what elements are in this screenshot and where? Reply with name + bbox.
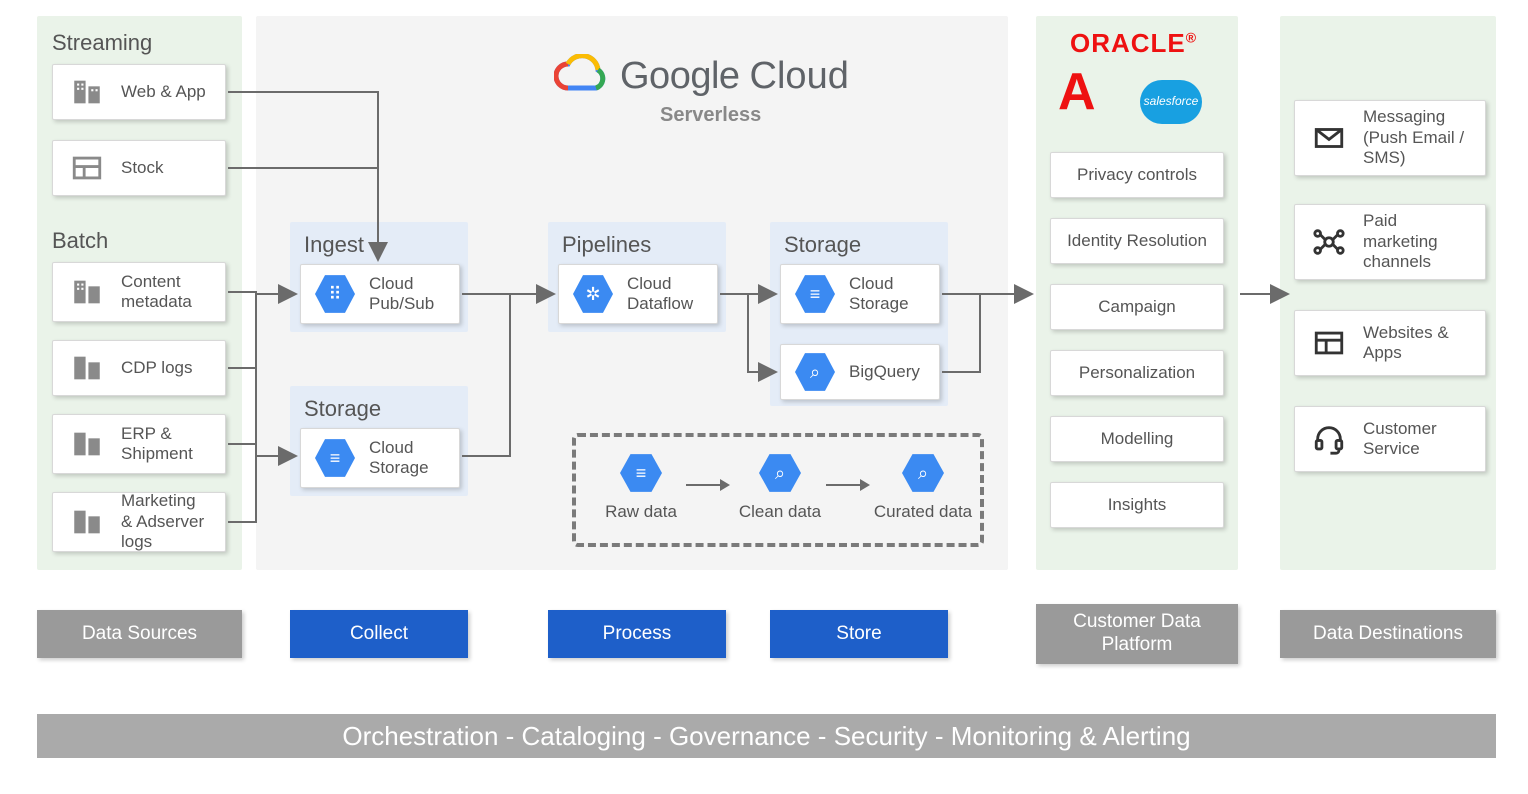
- lane-cdp: Customer Data Platform: [1036, 604, 1238, 664]
- dest-customer-service: Customer Service: [1294, 406, 1486, 472]
- dest-messaging: Messaging (Push Email / SMS): [1294, 100, 1486, 176]
- label: Campaign: [1098, 297, 1176, 317]
- source-content-metadata: Content metadata: [52, 262, 226, 322]
- adobe-logo: A: [1058, 66, 1096, 118]
- lane-collect: Collect: [290, 610, 468, 658]
- label: Clean data: [730, 502, 830, 522]
- label: Messaging (Push Email / SMS): [1363, 107, 1471, 168]
- dataflow-icon: ✲: [573, 274, 613, 314]
- cloud-icon: [554, 54, 606, 98]
- service-pubsub: ⠿ Cloud Pub/Sub: [300, 264, 460, 324]
- label: Privacy controls: [1077, 165, 1197, 185]
- google-cloud-subtitle: Serverless: [660, 104, 761, 127]
- network-icon: [1309, 222, 1349, 262]
- label: Insights: [1108, 495, 1167, 515]
- lane-sources: Data Sources: [37, 610, 242, 658]
- heading-streaming: Streaming: [52, 30, 152, 56]
- oracle-logo: ORACLE®: [1070, 28, 1197, 59]
- google-cloud-logo: Google Cloud: [554, 54, 849, 98]
- service-cloud-storage-right: ≡ Cloud Storage: [780, 264, 940, 324]
- label: Stock: [121, 158, 164, 178]
- salesforce-logo: salesforce: [1140, 80, 1202, 124]
- storage-icon: ≡: [795, 274, 835, 314]
- lane-process: Process: [548, 610, 726, 658]
- headset-icon: [1309, 419, 1349, 459]
- source-stock: Stock: [52, 140, 226, 196]
- dest-websites-apps: Websites & Apps: [1294, 310, 1486, 376]
- building-icon: [67, 424, 107, 464]
- label: Customer Service: [1363, 419, 1471, 460]
- label: Raw data: [596, 502, 686, 522]
- grid-icon: [67, 148, 107, 188]
- label: Curated data: [868, 502, 978, 522]
- cloud-word: Cloud: [750, 55, 849, 98]
- cdp-identity: Identity Resolution: [1050, 218, 1224, 264]
- building-icon: [67, 272, 107, 312]
- building-icon: [67, 348, 107, 388]
- heading-storage-right: Storage: [784, 232, 861, 258]
- label: BigQuery: [849, 362, 920, 382]
- bigquery-icon: ⌕: [795, 352, 835, 392]
- cdp-personalization: Personalization: [1050, 350, 1224, 396]
- label: Marketing & Adserver logs: [121, 491, 211, 552]
- cdp-campaign: Campaign: [1050, 284, 1224, 330]
- cdp-modelling: Modelling: [1050, 416, 1224, 462]
- heading-ingest: Ingest: [304, 232, 364, 258]
- cdp-privacy: Privacy controls: [1050, 152, 1224, 198]
- label: Paid marketing channels: [1363, 211, 1471, 272]
- service-dataflow: ✲ Cloud Dataflow: [558, 264, 718, 324]
- building-icon: [67, 72, 107, 112]
- label: Identity Resolution: [1067, 231, 1207, 251]
- label: Web & App: [121, 82, 206, 102]
- footer-bar: Orchestration - Cataloging - Governance …: [37, 714, 1496, 758]
- legend-clean: ⌕Clean data: [730, 452, 830, 522]
- label: Cloud Pub/Sub: [369, 274, 445, 315]
- label: Modelling: [1101, 429, 1174, 449]
- service-bigquery: ⌕ BigQuery: [780, 344, 940, 400]
- building-icon: [67, 502, 107, 542]
- dest-paid-channels: Paid marketing channels: [1294, 204, 1486, 280]
- source-cdp-logs: CDP logs: [52, 340, 226, 396]
- heading-batch: Batch: [52, 228, 108, 254]
- legend-curated: ⌕Curated data: [868, 452, 978, 522]
- pubsub-icon: ⠿: [315, 274, 355, 314]
- label: Cloud Dataflow: [627, 274, 703, 315]
- source-marketing-adserver: Marketing & Adserver logs: [52, 492, 226, 552]
- label: Content metadata: [121, 272, 211, 313]
- google-word: Google: [620, 55, 740, 98]
- storage-icon: ≡: [315, 438, 355, 478]
- envelope-icon: [1309, 118, 1349, 158]
- lane-store: Store: [770, 610, 948, 658]
- label: ERP & Shipment: [121, 424, 211, 465]
- heading-pipelines: Pipelines: [562, 232, 651, 258]
- source-erp-shipment: ERP & Shipment: [52, 414, 226, 474]
- label: Cloud Storage: [369, 438, 445, 479]
- lane-destinations: Data Destinations: [1280, 610, 1496, 658]
- source-web-app: Web & App: [52, 64, 226, 120]
- service-cloud-storage-left: ≡ Cloud Storage: [300, 428, 460, 488]
- heading-storage-left: Storage: [304, 396, 381, 422]
- label: Personalization: [1079, 363, 1195, 383]
- legend-raw: ≡Raw data: [596, 452, 686, 522]
- label: Cloud Storage: [849, 274, 925, 315]
- window-icon: [1309, 323, 1349, 363]
- label: Websites & Apps: [1363, 323, 1471, 364]
- label: CDP logs: [121, 358, 193, 378]
- cdp-insights: Insights: [1050, 482, 1224, 528]
